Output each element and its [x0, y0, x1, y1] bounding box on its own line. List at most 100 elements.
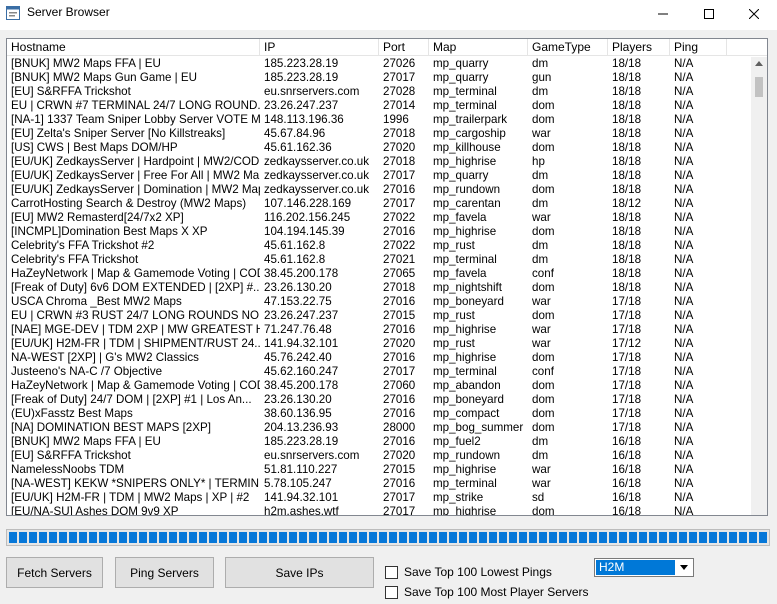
cell-hostname: [NAE] MGE-DEV | TDM 2XP | MW GREATEST H.… — [11, 323, 260, 336]
table-row[interactable]: [BNUK] MW2 Maps FFA | EU 185.223.28.19 270… — [7, 435, 752, 449]
table-row[interactable]: EU | CRWN #3 RUST 24/7 LONG ROUNDS NO...… — [7, 309, 752, 323]
table-row[interactable]: Justeeno's NA-C /7 Objective 45.62.160.24… — [7, 365, 752, 379]
cell-gametype: dm — [532, 239, 549, 252]
server-rows: [BNUK] MW2 Maps FFA | EU 185.223.28.19 270… — [7, 57, 752, 516]
cell-map: mp_highrise — [433, 463, 497, 476]
cell-port: 27065 — [383, 267, 416, 280]
cell-players: 18/18 — [612, 127, 642, 140]
server-list[interactable]: Hostname IP Port Map GameType Players Pi… — [6, 38, 768, 516]
table-row[interactable]: CarrotHosting Search & Destroy (MW2 Maps… — [7, 197, 752, 211]
ping-servers-button[interactable]: Ping Servers — [115, 557, 214, 588]
cell-port: 27016 — [383, 407, 416, 420]
lowest-pings-checkbox[interactable] — [385, 565, 398, 579]
table-row[interactable]: [BNUK] MW2 Maps FFA | EU 185.223.28.19 270… — [7, 57, 752, 71]
cell-port: 27014 — [383, 99, 416, 112]
table-row[interactable]: [EU/UK] H2M-FR | TDM | SHIPMENT/RUST 24.… — [7, 337, 752, 351]
table-row[interactable]: [EU] MW2 Remasterd[24/7x2 XP] 116.202.156… — [7, 211, 752, 225]
cell-hostname: NamelessNoobs TDM — [11, 463, 125, 476]
cell-players: 18/18 — [612, 57, 642, 70]
column-header-players[interactable]: Players — [608, 39, 670, 56]
table-row[interactable]: [EU/NA-SU] Ashes DOM 9v9 XP h2m.ashes.wtf… — [7, 505, 752, 516]
cell-ip: 51.81.110.227 — [264, 463, 338, 476]
cell-hostname: [EU/UK] ZedkaysServer | Hardpoint | MW2/… — [11, 155, 260, 168]
cell-hostname: EU | CRWN #3 RUST 24/7 LONG ROUNDS NO... — [11, 309, 260, 322]
cell-map: mp_rundown — [433, 449, 501, 462]
cell-port: 27018 — [383, 281, 416, 294]
cell-hostname: NA-WEST [2XP] | G's MW2 Classics — [11, 351, 199, 364]
progress-fill — [9, 532, 767, 543]
table-row[interactable]: [NA-WEST] KEKW *SNIPERS ONLY* | TERMIN..… — [7, 477, 752, 491]
cell-map: mp_favela — [433, 211, 487, 224]
table-row[interactable]: [EU/UK] ZedkaysServer | Domination | MW2… — [7, 183, 752, 197]
table-row[interactable]: HaZeyNetwork | Map & Gamemode Voting | C… — [7, 267, 752, 281]
cell-port: 27060 — [383, 379, 416, 392]
cell-hostname: [BNUK] MW2 Maps FFA | EU — [11, 57, 161, 70]
cell-port: 27022 — [383, 211, 416, 224]
table-row[interactable]: [US] CWS | Best Maps DOM/HP 45.61.162.36 2… — [7, 141, 752, 155]
minimize-button[interactable] — [640, 0, 686, 28]
fetch-servers-button[interactable]: Fetch Servers — [6, 557, 103, 588]
table-row[interactable]: USCA Chroma _Best MW2 Maps 47.153.22.75 27… — [7, 295, 752, 309]
column-header-gametype[interactable]: GameType — [528, 39, 608, 56]
table-row[interactable]: [NAE] MGE-DEV | TDM 2XP | MW GREATEST H.… — [7, 323, 752, 337]
close-button[interactable] — [731, 0, 777, 28]
table-row[interactable]: [EU/UK] ZedkaysServer | Hardpoint | MW2/… — [7, 155, 752, 169]
column-header-map[interactable]: Map — [429, 39, 528, 56]
most-players-option[interactable]: Save Top 100 Most Player Servers — [385, 584, 589, 600]
table-row[interactable]: [BNUK] MW2 Maps Gun Game | EU 185.223.28.… — [7, 71, 752, 85]
lowest-pings-option[interactable]: Save Top 100 Lowest Pings — [385, 564, 552, 580]
cell-gametype: dom — [532, 393, 555, 406]
cell-hostname: [NA-WEST] KEKW *SNIPERS ONLY* | TERMIN..… — [11, 477, 260, 490]
column-header-hostname[interactable]: Hostname — [7, 39, 260, 56]
cell-ip: eu.snrservers.com — [264, 449, 360, 462]
column-header-ping[interactable]: Ping — [670, 39, 727, 56]
maximize-button[interactable] — [686, 0, 732, 28]
cell-ip: 38.45.200.178 — [264, 267, 339, 280]
cell-ping: N/A — [674, 99, 694, 112]
column-header-port[interactable]: Port — [379, 39, 429, 56]
cell-ip: 47.153.22.75 — [264, 295, 332, 308]
cell-map: mp_bog_summer — [433, 421, 524, 434]
table-row[interactable]: [Freak of Duty] 6v6 DOM EXTENDED | [2XP]… — [7, 281, 752, 295]
table-row[interactable]: [EU] S&RFFA Trickshot eu.snrservers.com 27… — [7, 85, 752, 99]
cell-ping: N/A — [674, 57, 694, 70]
cell-map: mp_rust — [433, 309, 475, 322]
cell-hostname: [EU/UK] H2M-FR | TDM | SHIPMENT/RUST 24.… — [11, 337, 260, 350]
column-header-ip[interactable]: IP — [260, 39, 379, 56]
vertical-scrollbar[interactable] — [751, 57, 767, 515]
game-select-dropdown[interactable]: H2M — [594, 558, 694, 577]
table-row[interactable]: [NA-1] 1337 Team Sniper Lobby Server VOT… — [7, 113, 752, 127]
cell-ip: 5.78.105.247 — [264, 477, 332, 490]
cell-map: mp_nightshift — [433, 281, 502, 294]
cell-ping: N/A — [674, 505, 694, 516]
table-row[interactable]: HaZeyNetwork | Map & Gamemode Voting | C… — [7, 379, 752, 393]
cell-ip: 23.26.130.20 — [264, 281, 332, 294]
table-row[interactable]: Celebrity's FFA Trickshot #2 45.61.162.8 2… — [7, 239, 752, 253]
table-row[interactable]: NamelessNoobs TDM 51.81.110.227 27015 mp_hi… — [7, 463, 752, 477]
table-row[interactable]: [EU/UK] H2M-FR | TDM | MW2 Maps | XP | #… — [7, 491, 752, 505]
table-row[interactable]: Celebrity's FFA Trickshot 45.61.162.8 2702… — [7, 253, 752, 267]
table-row[interactable]: [EU] S&RFFA Trickshot eu.snrservers.com 27… — [7, 449, 752, 463]
chevron-down-icon[interactable] — [676, 560, 692, 575]
table-row[interactable]: EU | CRWN #7 TERMINAL 24/7 LONG ROUND...… — [7, 99, 752, 113]
cell-hostname: [EU/UK] H2M-FR | TDM | MW2 Maps | XP | #… — [11, 491, 250, 504]
most-players-checkbox[interactable] — [385, 585, 398, 599]
table-row[interactable]: NA-WEST [2XP] | G's MW2 Classics 45.76.24… — [7, 351, 752, 365]
table-row[interactable]: [EU/UK] ZedkaysServer | Free For All | M… — [7, 169, 752, 183]
cell-hostname: [US] CWS | Best Maps DOM/HP — [11, 141, 178, 154]
table-row[interactable]: [INCMPL]Domination Best Maps X XP 104.194… — [7, 225, 752, 239]
cell-hostname: HaZeyNetwork | Map & Gamemode Voting | C… — [11, 379, 260, 392]
scroll-up-arrow-icon[interactable] — [755, 61, 763, 66]
cell-hostname: HaZeyNetwork | Map & Gamemode Voting | C… — [11, 267, 260, 280]
cell-map: mp_highrise — [433, 155, 497, 168]
save-ips-button[interactable]: Save IPs — [225, 557, 374, 588]
table-row[interactable]: [EU] Zelta's Sniper Server [No Killstrea… — [7, 127, 752, 141]
cell-hostname: [EU] S&RFFA Trickshot — [11, 449, 131, 462]
table-row[interactable]: [NA] DOMINATION BEST MAPS [2XP] 204.13.23… — [7, 421, 752, 435]
cell-ping: N/A — [674, 71, 694, 84]
cell-players: 18/18 — [612, 281, 642, 294]
table-row[interactable]: [Freak of Duty] 24/7 DOM | [2XP] #1 | Lo… — [7, 393, 752, 407]
scrollbar-thumb[interactable] — [755, 77, 763, 97]
cell-players: 18/18 — [612, 169, 642, 182]
table-row[interactable]: (EU)xFasstz Best Maps 38.60.136.95 27016 mp… — [7, 407, 752, 421]
